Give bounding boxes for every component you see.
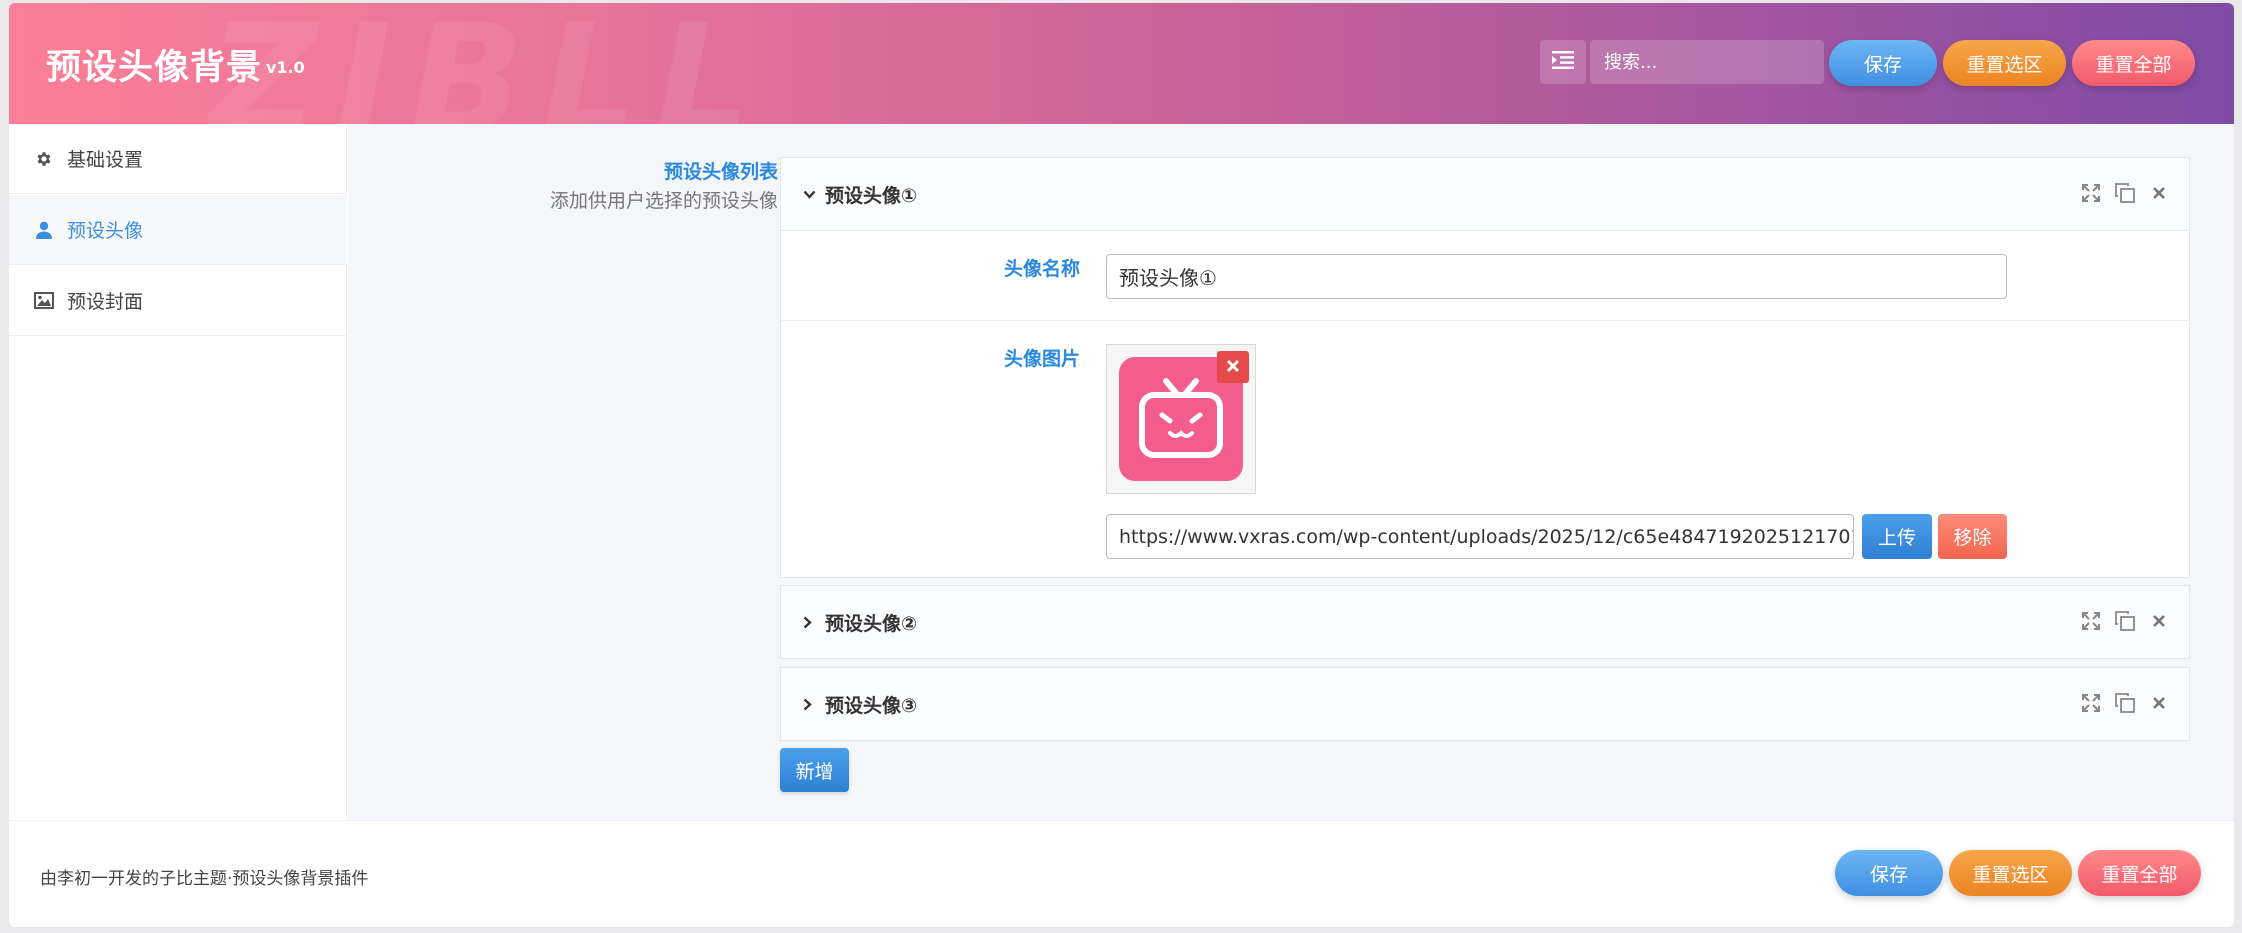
sidebar-item-label: 预设封面 bbox=[67, 291, 144, 313]
save-button[interactable]: 保存 bbox=[1829, 40, 1937, 86]
close-icon[interactable] bbox=[2149, 610, 2169, 632]
reset-all-button[interactable]: 重置全部 bbox=[2072, 40, 2195, 86]
sidebar-item-label: 预设头像 bbox=[67, 220, 144, 242]
chevron-right-icon bbox=[803, 615, 817, 629]
avatar-image-preview bbox=[1106, 344, 1256, 494]
section-title: 预设头像列表 bbox=[663, 161, 778, 183]
avatar-image-label: 头像图片 bbox=[1003, 348, 1080, 370]
close-icon bbox=[1226, 358, 1240, 377]
app-window: ZIBLL 预设头像背景 v1.0 保存 重置选区 重置全部 bbox=[9, 3, 2234, 927]
close-icon[interactable] bbox=[2149, 692, 2169, 714]
clone-icon[interactable] bbox=[2115, 182, 2135, 204]
expand-icon[interactable] bbox=[2081, 182, 2101, 204]
avatar-name-row: 头像名称 预设头像① bbox=[781, 231, 2189, 321]
user-icon bbox=[33, 219, 55, 241]
chevron-down-icon bbox=[803, 187, 817, 201]
chevron-right-icon bbox=[803, 697, 817, 711]
remove-image-button[interactable] bbox=[1217, 351, 1249, 383]
close-icon[interactable] bbox=[2149, 182, 2169, 204]
group-title: 预设头像② bbox=[825, 612, 918, 635]
add-item-button[interactable]: 新增 bbox=[780, 748, 849, 792]
sidebar-item-preset-cover[interactable]: 预设封面 bbox=[9, 266, 347, 336]
sidebar-item-preset-avatar[interactable]: 预设头像 bbox=[9, 195, 347, 265]
footer-save-button[interactable]: 保存 bbox=[1835, 850, 1943, 896]
search-input[interactable] bbox=[1590, 40, 1824, 84]
clone-icon[interactable] bbox=[2115, 610, 2135, 632]
group-header[interactable]: 预设头像① bbox=[781, 158, 2189, 230]
sidebar-item-label: 基础设置 bbox=[67, 149, 144, 171]
clone-icon[interactable] bbox=[2115, 692, 2135, 714]
avatar-url-input[interactable]: https://www.vxras.com/wp-content/uploads… bbox=[1106, 514, 1854, 559]
footer: 由李初一开发的子比主题·预设头像背景插件 保存 重置选区 重置全部 bbox=[9, 820, 2234, 927]
sidebar: 基础设置 预设头像 预设封面 bbox=[9, 124, 347, 820]
version-badge: v1.0 bbox=[266, 58, 305, 77]
group-title: 预设头像③ bbox=[825, 694, 918, 717]
footer-credit: 由李初一开发的子比主题·预设头像背景插件 bbox=[40, 869, 369, 889]
page-title: 预设头像背景 bbox=[46, 48, 263, 88]
section-description: 添加供用户选择的预设头像 bbox=[549, 190, 778, 212]
indent-icon bbox=[1552, 51, 1574, 73]
upload-button[interactable]: 上传 bbox=[1862, 514, 1932, 559]
remove-button[interactable]: 移除 bbox=[1938, 514, 2007, 559]
group-tools bbox=[2081, 610, 2169, 632]
gear-icon bbox=[33, 148, 55, 170]
main-content: 预设头像列表 添加供用户选择的预设头像 预设头像① 头像名称 预设头像① 头像图… bbox=[348, 124, 2234, 820]
footer-reset-all-button[interactable]: 重置全部 bbox=[2078, 850, 2201, 896]
group-body: 头像名称 预设头像① 头像图片 https://www.vxras.com/wp… bbox=[781, 230, 2189, 577]
avatar-image-row: 头像图片 https://www.vxras.com/wp-content/up… bbox=[781, 321, 2189, 577]
repeater-group: 预设头像① 头像名称 预设头像① 头像图片 https://www.vxras.… bbox=[780, 157, 2190, 578]
avatar-name-label: 头像名称 bbox=[1003, 258, 1080, 280]
sidebar-toggle-button[interactable] bbox=[1540, 40, 1586, 84]
footer-reset-section-button[interactable]: 重置选区 bbox=[1949, 850, 2072, 896]
image-icon bbox=[33, 290, 55, 312]
group-header[interactable]: 预设头像③ bbox=[781, 668, 2189, 740]
repeater-group: 预设头像③ bbox=[780, 667, 2190, 741]
group-title: 预设头像① bbox=[825, 184, 918, 207]
group-header[interactable]: 预设头像② bbox=[781, 586, 2189, 658]
header: ZIBLL 预设头像背景 v1.0 保存 重置选区 重置全部 bbox=[9, 3, 2234, 124]
group-tools bbox=[2081, 692, 2169, 714]
expand-icon[interactable] bbox=[2081, 610, 2101, 632]
repeater-group: 预设头像② bbox=[780, 585, 2190, 659]
sidebar-item-basic-settings[interactable]: 基础设置 bbox=[9, 124, 347, 194]
expand-icon[interactable] bbox=[2081, 692, 2101, 714]
avatar-name-input[interactable]: 预设头像① bbox=[1106, 254, 2007, 299]
reset-section-button[interactable]: 重置选区 bbox=[1943, 40, 2066, 86]
group-tools bbox=[2081, 182, 2169, 204]
